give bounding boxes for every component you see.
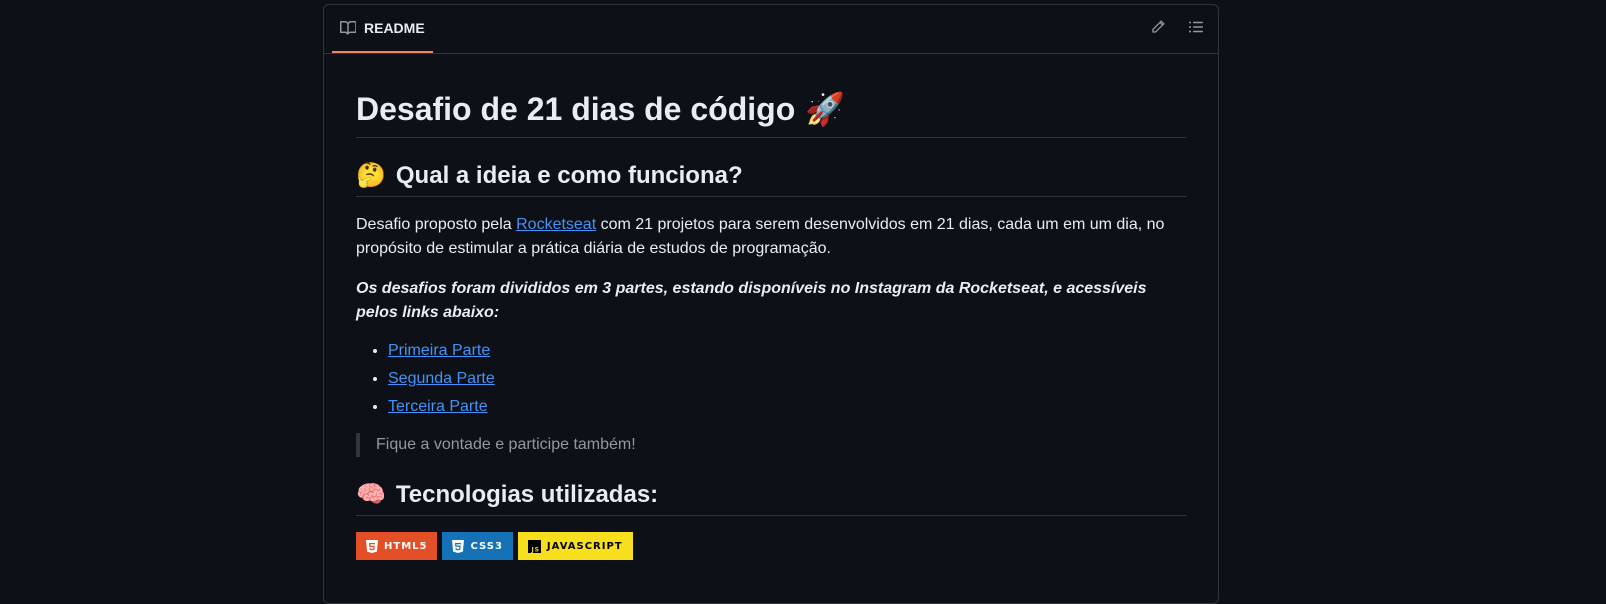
badge-javascript[interactable]: JS JAVASCRIPT — [517, 532, 633, 560]
part-1-link[interactable]: Primeira Parte — [388, 342, 490, 359]
brain-icon: 🧠 — [356, 481, 386, 508]
challenges-note: Os desafios foram divididos em 3 partes,… — [356, 280, 1147, 321]
section-heading-idea: 🤔 Qual a ideia e como funciona? — [356, 160, 1186, 197]
readme-container: README Desafio de 21 dias de código 🚀 🤔 … — [323, 4, 1219, 604]
section-heading-tech-text: Tecnologias utilizadas: — [395, 481, 659, 508]
part-2-link[interactable]: Segunda Parte — [388, 370, 495, 387]
badge-css3-label: CSS3 — [470, 540, 503, 552]
rocketseat-link[interactable]: Rocketseat — [516, 216, 596, 233]
list-item: Segunda Parte — [388, 367, 1186, 391]
html5-icon — [366, 539, 378, 553]
pencil-icon[interactable] — [1150, 19, 1166, 40]
list-item: Primeira Parte — [388, 339, 1186, 363]
title-text: Desafio de 21 dias de código — [356, 91, 796, 127]
readme-body: Desafio de 21 dias de código 🚀 🤔 Qual a … — [356, 53, 1186, 560]
intro-text-before: Desafio proposto pela — [356, 216, 517, 233]
parts-list: Primeira Parte Segunda Parte Terceira Pa… — [356, 339, 1186, 419]
badge-css3[interactable]: CSS3 — [442, 532, 513, 560]
tab-readme[interactable]: README — [332, 5, 433, 53]
thinking-face-icon: 🤔 — [356, 162, 386, 189]
part-3-link[interactable]: Terceira Parte — [388, 398, 488, 415]
readme-header: README — [324, 5, 1218, 54]
tab-readme-label: README — [364, 20, 425, 36]
css3-icon — [452, 539, 465, 553]
section-heading-idea-text: Qual a ideia e como funciona? — [395, 162, 743, 189]
badge-html5-label: HTML5 — [384, 540, 428, 552]
readme-title: Desafio de 21 dias de código 🚀 — [356, 89, 1186, 138]
participate-quote: Fique a vontade e participe também! — [356, 433, 1186, 457]
book-icon — [340, 20, 356, 36]
section-heading-tech: 🧠 Tecnologias utilizadas: — [356, 479, 1186, 516]
list-item: Terceira Parte — [388, 395, 1186, 419]
badge-html5[interactable]: HTML5 — [356, 532, 438, 560]
javascript-icon: JS — [527, 539, 541, 553]
list-icon[interactable] — [1188, 19, 1204, 40]
tech-badges: HTML5 CSS3 JS JAVASCRIPT — [356, 532, 1186, 560]
svg-text:JS: JS — [530, 546, 540, 553]
badge-javascript-label: JAVASCRIPT — [546, 540, 623, 552]
rocket-icon: 🚀 — [805, 91, 846, 127]
intro-paragraph: Desafio proposto pela Rocketseat com 21 … — [356, 213, 1186, 261]
